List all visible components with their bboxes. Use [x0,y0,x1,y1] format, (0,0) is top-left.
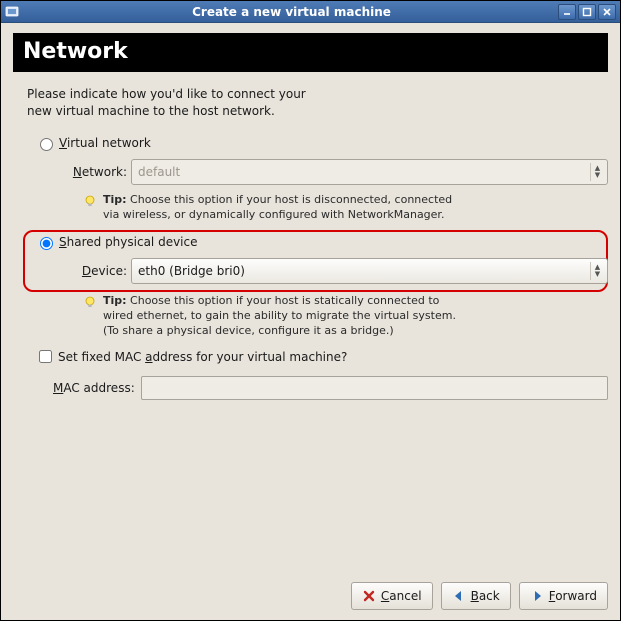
combobox-spinner-icon: ▲▼ [590,163,604,181]
tip-virtual-network-text: Tip: Choose this option if your host is … [103,193,452,223]
cancel-button[interactable]: Cancel [351,582,433,610]
forward-button[interactable]: Forward [519,582,608,610]
mac-address-field: MAC address: [53,376,608,400]
arrow-right-icon [530,589,544,603]
combobox-spinner-icon: ▲▼ [590,262,604,280]
network-combobox-value: default [138,165,180,179]
back-button-label: Back [471,589,500,603]
device-combobox[interactable]: eth0 (Bridge bri0) ▲▼ [131,258,608,284]
forward-button-label: Forward [549,589,597,603]
app-icon [5,5,19,19]
back-button[interactable]: Back [441,582,511,610]
option-shared-physical[interactable]: Shared physical device [35,234,608,250]
option-virtual-network[interactable]: Virtual network [35,135,608,151]
network-combobox: default ▲▼ [131,159,608,185]
fixed-mac-checkbox[interactable] [39,350,52,363]
option-virtual-network-label: Virtual network [59,136,151,150]
intro-text: Please indicate how you'd like to connec… [27,86,608,121]
titlebar: Create a new virtual machine [1,1,620,23]
device-combobox-value: eth0 (Bridge bri0) [138,264,245,278]
minimize-button[interactable] [558,4,576,20]
close-button[interactable] [598,4,616,20]
option-shared-physical-label: Shared physical device [59,235,198,249]
maximize-button[interactable] [578,4,596,20]
tip-shared-physical-text: Tip: Choose this option if your host is … [103,294,456,339]
window-title: Create a new virtual machine [25,5,558,19]
intro-line1: Please indicate how you'd like to connec… [27,87,306,101]
button-bar: Cancel Back Forward [13,572,608,610]
tip-virtual-network: Tip: Choose this option if your host is … [83,193,608,223]
virtual-network-field: Network: default ▲▼ [71,159,608,185]
page-heading: Network [13,33,608,72]
lightbulb-icon [83,295,97,309]
device-field: Device: eth0 (Bridge bri0) ▲▼ [71,258,608,284]
fixed-mac-checkbox-row[interactable]: Set fixed MAC address for your virtual m… [35,347,608,366]
cancel-icon [362,589,376,603]
fixed-mac-label: Set fixed MAC address for your virtual m… [58,350,347,364]
window-controls [558,4,616,20]
mac-address-label: MAC address: [53,381,135,395]
window-frame: Create a new virtual machine Network Ple… [0,0,621,621]
network-label: Network: [71,165,131,179]
arrow-left-icon [452,589,466,603]
device-label: Device: [71,264,131,278]
dialog-body: Network Please indicate how you'd like t… [1,23,620,620]
cancel-button-label: Cancel [381,589,422,603]
intro-line2: new virtual machine to the host network. [27,104,275,118]
radio-shared-physical[interactable] [40,237,53,250]
mac-address-input [141,376,608,400]
lightbulb-icon [83,194,97,208]
tip-shared-physical: Tip: Choose this option if your host is … [83,294,608,339]
radio-virtual-network[interactable] [40,138,53,151]
